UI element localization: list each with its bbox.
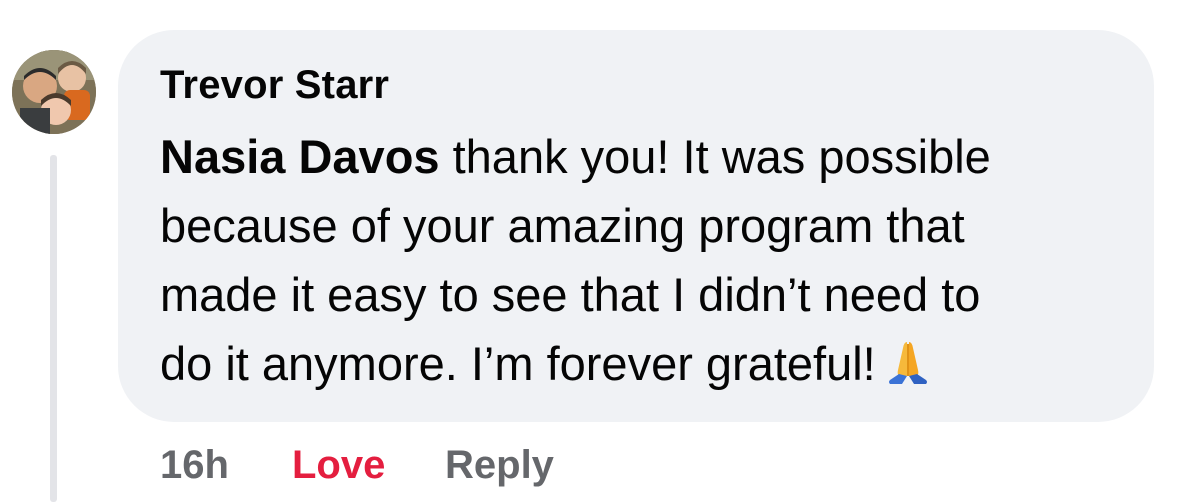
comment-text: do it anymore. I’m forever grateful! (160, 337, 876, 390)
reply-button[interactable]: Reply (445, 443, 554, 488)
comment-author-name[interactable]: Trevor Starr (160, 63, 389, 108)
comment-line-4: do it anymore. I’m forever grateful! (160, 329, 1140, 404)
thread-connector-line (50, 155, 57, 502)
avatar[interactable] (12, 50, 96, 134)
folded-hands-icon (886, 335, 930, 404)
comment-body: Nasia Davos thank you! It was possible b… (160, 122, 1140, 404)
comment-text: because of your amazing program that (160, 199, 965, 252)
love-reaction-button[interactable]: Love (292, 443, 385, 488)
comment-text: thank you! It was possible (439, 130, 991, 183)
comment-line-1: Nasia Davos thank you! It was possible (160, 122, 1140, 191)
comment-timestamp[interactable]: 16h (160, 443, 229, 488)
comment-text: made it easy to see that I didn’t need t… (160, 268, 981, 321)
mention-link[interactable]: Nasia Davos (160, 130, 440, 183)
